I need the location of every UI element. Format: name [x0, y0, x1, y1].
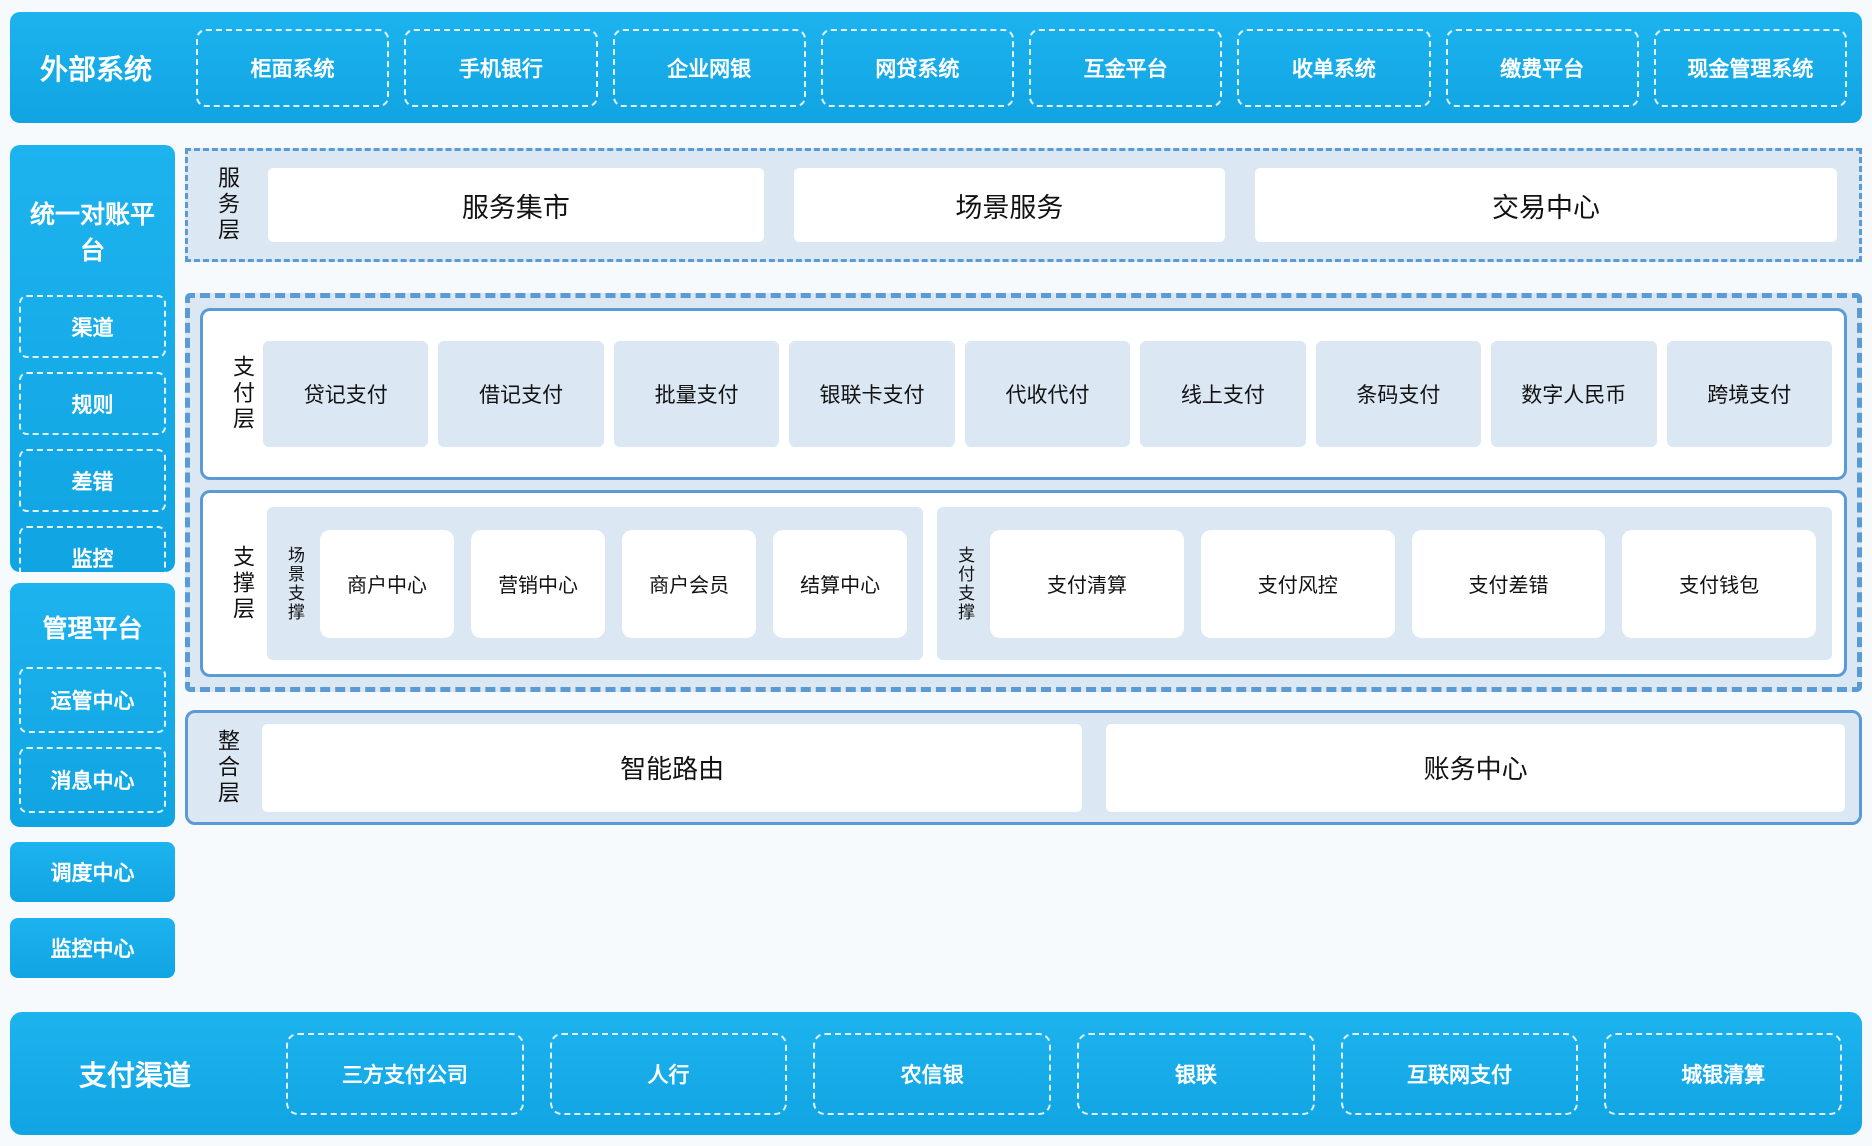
payment-channels-title: 支付渠道	[10, 1054, 260, 1094]
management-platform-title: 管理平台	[19, 583, 166, 667]
external-system-item: 企业网银	[613, 29, 806, 107]
external-system-item: 现金管理系统	[1654, 29, 1847, 107]
scene-support-label: 场景支撑	[279, 546, 303, 622]
dispatch-center-box: 调度中心	[10, 842, 175, 902]
payment-item: 借记支付	[438, 341, 603, 447]
reconciliation-item: 渠道	[19, 295, 166, 358]
reconciliation-platform-panel: 统一对账平台 渠道 规则 差错 监控	[10, 145, 175, 572]
external-system-item: 网贷系统	[821, 29, 1014, 107]
integration-layer-label: 整合层	[200, 729, 238, 807]
payment-layer-panel: 支付层 贷记支付 借记支付 批量支付 银联卡支付 代收代付 线上支付 条码支付 …	[200, 308, 1847, 480]
integration-card: 智能路由	[262, 724, 1082, 812]
payment-channels-bar: 支付渠道 三方支付公司 人行 农信银 银联 互联网支付 城银清算	[10, 1012, 1862, 1135]
service-layer-panel: 服务层 服务集市 场景服务 交易中心	[185, 148, 1862, 262]
support-layer-label: 支撑层	[215, 545, 253, 623]
payment-support-label: 支付支撑	[949, 546, 973, 622]
support-layer-panel: 支撑层 场景支撑 商户中心 营销中心 商户会员 结算中心 支付支撑 支付清算 支…	[200, 490, 1847, 677]
scene-support-card: 结算中心	[773, 530, 907, 638]
external-systems-title: 外部系统	[10, 48, 182, 88]
external-system-item: 收单系统	[1237, 29, 1430, 107]
payment-channel-item: 人行	[550, 1033, 788, 1115]
management-item: 运管中心	[19, 667, 166, 733]
management-item: 消息中心	[19, 747, 166, 813]
payment-channel-item: 三方支付公司	[286, 1033, 524, 1115]
payment-support-card: 支付钱包	[1622, 530, 1816, 638]
reconciliation-item: 差错	[19, 449, 166, 512]
payment-item: 代收代付	[965, 341, 1130, 447]
external-systems-bar: 外部系统 柜面系统 手机银行 企业网银 网贷系统 互金平台 收单系统 缴费平台 …	[10, 12, 1862, 123]
external-system-item: 手机银行	[404, 29, 597, 107]
core-layers-container: 支付层 贷记支付 借记支付 批量支付 银联卡支付 代收代付 线上支付 条码支付 …	[185, 293, 1862, 692]
reconciliation-item: 规则	[19, 372, 166, 435]
service-layer-label: 服务层	[200, 166, 238, 244]
payment-item: 贷记支付	[263, 341, 428, 447]
payment-support-card: 支付清算	[990, 530, 1184, 638]
payment-channel-item: 互联网支付	[1341, 1033, 1579, 1115]
external-system-item: 柜面系统	[196, 29, 389, 107]
payment-support-card: 支付差错	[1412, 530, 1606, 638]
integration-layer-panel: 整合层 智能路由 账务中心	[185, 710, 1862, 825]
integration-card: 账务中心	[1106, 724, 1845, 812]
service-card: 交易中心	[1255, 168, 1837, 242]
payment-channels-items: 三方支付公司 人行 农信银 银联 互联网支付 城银清算	[286, 1033, 1842, 1115]
payment-item: 银联卡支付	[789, 341, 954, 447]
external-systems-items: 柜面系统 手机银行 企业网银 网贷系统 互金平台 收单系统 缴费平台 现金管理系…	[196, 29, 1847, 107]
external-system-item: 互金平台	[1029, 29, 1222, 107]
payment-layer-label: 支付层	[215, 355, 253, 433]
payment-support-panel: 支付支撑 支付清算 支付风控 支付差错 支付钱包	[937, 507, 1832, 660]
scene-support-card: 商户中心	[320, 530, 454, 638]
reconciliation-item: 监控	[19, 526, 166, 589]
payment-item: 线上支付	[1140, 341, 1305, 447]
payment-item: 数字人民币	[1491, 341, 1656, 447]
scene-support-card: 营销中心	[471, 530, 605, 638]
external-system-item: 缴费平台	[1446, 29, 1639, 107]
payment-support-card: 支付风控	[1201, 530, 1395, 638]
payment-item: 批量支付	[614, 341, 779, 447]
reconciliation-platform-title: 统一对账平台	[19, 145, 166, 295]
payment-channel-item: 城银清算	[1604, 1033, 1842, 1115]
payment-channel-item: 银联	[1077, 1033, 1315, 1115]
service-card: 服务集市	[268, 168, 764, 242]
service-card: 场景服务	[794, 168, 1225, 242]
payment-item: 跨境支付	[1667, 341, 1832, 447]
scene-support-card: 商户会员	[622, 530, 756, 638]
scene-support-panel: 场景支撑 商户中心 营销中心 商户会员 结算中心	[267, 507, 923, 660]
payment-channel-item: 农信银	[813, 1033, 1051, 1115]
management-platform-panel: 管理平台 运管中心 消息中心	[10, 583, 175, 827]
monitoring-center-box: 监控中心	[10, 918, 175, 978]
payment-item: 条码支付	[1316, 341, 1481, 447]
